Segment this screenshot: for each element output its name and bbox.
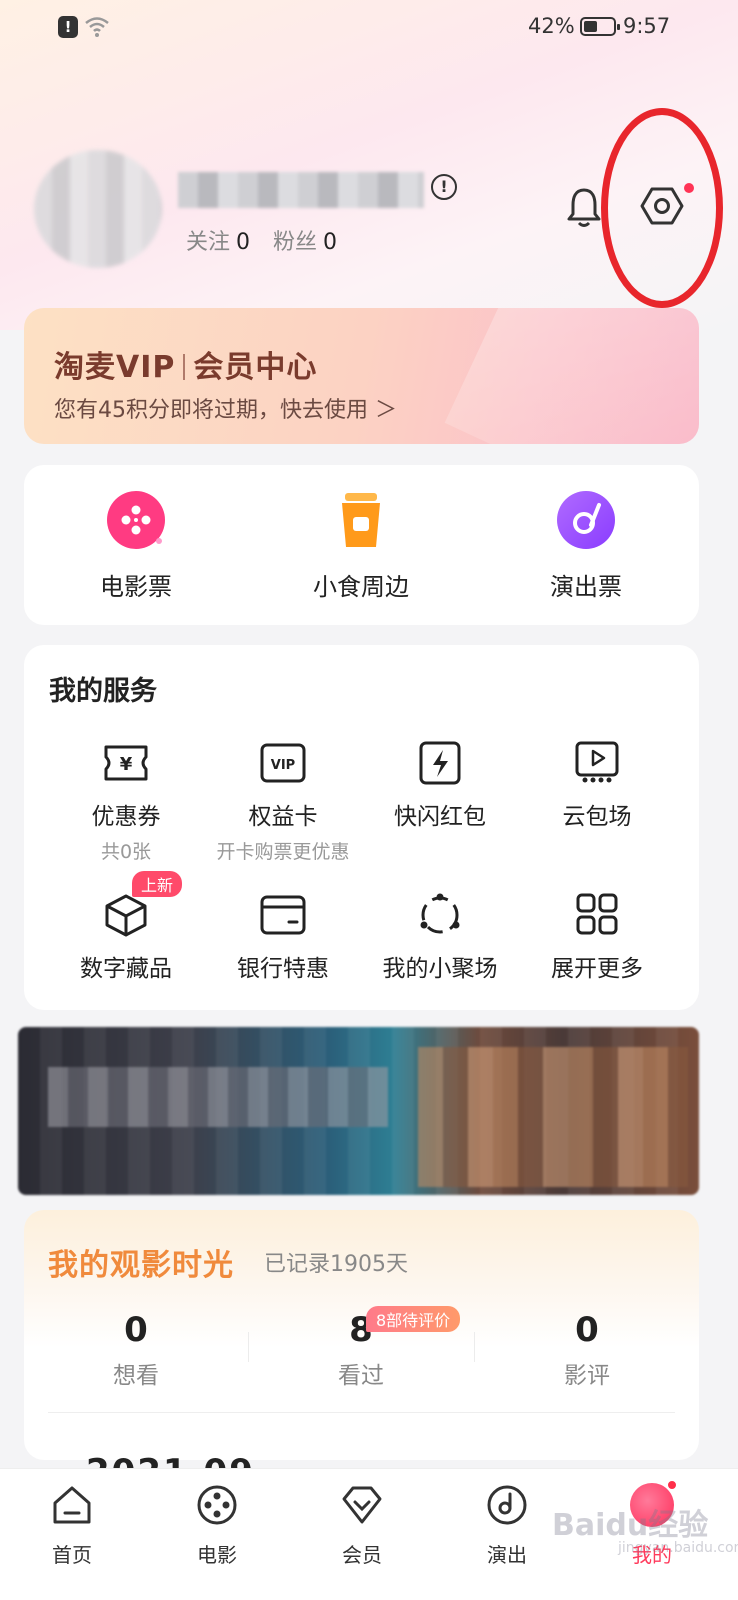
fans-count[interactable]: 0 (323, 230, 337, 255)
battery-percent: 42% (528, 14, 575, 38)
tab-home[interactable]: 首页 (17, 1483, 127, 1568)
follow-count[interactable]: 0 (236, 230, 250, 255)
small-gathering-label: 我的小聚场 (382, 956, 498, 982)
cloud-screening-icon (573, 741, 621, 785)
diamond-icon (340, 1483, 384, 1527)
tab-movie-label: 电影 (197, 1543, 237, 1567)
flash-envelope-icon (416, 741, 464, 785)
benefit-card-entry[interactable]: VIP 权益卡 开卡购票更优惠 (198, 741, 368, 864)
watermark-url: jingyan.baidu.com (618, 1540, 738, 1556)
svg-text:VIP: VIP (271, 758, 295, 773)
coupon-count: 共0张 (100, 841, 152, 863)
follow-stats: 关注 0 粉丝 0 (186, 224, 353, 256)
reviews-count: 0 (575, 1310, 599, 1350)
tab-home-label: 首页 (52, 1543, 92, 1567)
cloud-screening-label: 云包场 (562, 804, 632, 830)
movie-ticket-entry[interactable]: 电影票 (56, 491, 216, 602)
flash-envelope-entry[interactable]: 快闪红包 (355, 741, 525, 831)
tab-member[interactable]: 会员 (307, 1483, 417, 1568)
small-gathering-entry[interactable]: 我的小聚场 (355, 893, 525, 983)
flash-envelope-label: 快闪红包 (394, 804, 486, 830)
tab-show-label: 演出 (487, 1543, 527, 1567)
snacks-entry[interactable]: 小食周边 (281, 491, 441, 602)
show-ticket-entry[interactable]: 演出票 (506, 491, 666, 602)
bank-offer-entry[interactable]: 银行特惠 (198, 893, 368, 983)
notification-dot (666, 1479, 678, 1491)
wifi-icon (85, 17, 109, 37)
want-to-watch-label: 想看 (113, 1363, 159, 1389)
music-disc-icon (485, 1483, 529, 1527)
divider (48, 1412, 675, 1413)
benefit-card-sub: 开卡购票更优惠 (216, 841, 350, 863)
status-bar: ! 42% 9:57 (0, 0, 738, 56)
coupon-label: 优惠券 (91, 804, 161, 830)
tab-member-label: 会员 (342, 1543, 382, 1567)
tickets-card: 电影票 小食周边 演出票 (24, 465, 699, 625)
reviews-label: 影评 (564, 1363, 610, 1389)
avatar[interactable] (34, 150, 162, 268)
settings-icon[interactable] (640, 184, 684, 228)
digital-collection-entry[interactable]: 上新 数字藏品 (41, 871, 211, 983)
follow-label[interactable]: 关注 (186, 230, 230, 255)
movie-ticket-label: 电影票 (100, 573, 172, 601)
notification-dot (684, 183, 694, 193)
cup-icon (332, 491, 390, 549)
watched-label: 看过 (338, 1363, 384, 1389)
coupon-icon: ¥ (102, 741, 150, 785)
new-badge: 上新 (132, 871, 183, 897)
box-icon: 上新 (102, 871, 183, 937)
want-to-watch-count: 0 (124, 1310, 148, 1350)
reviews-stat[interactable]: 0 影评 (475, 1310, 699, 1390)
music-disc-icon (557, 491, 615, 549)
services-title: 我的服务 (49, 676, 157, 707)
recorded-days: 已记录1905天 (264, 1252, 408, 1277)
coupon-entry[interactable]: ¥ 优惠券 共0张 (41, 741, 211, 864)
promo-banner[interactable] (18, 1027, 699, 1195)
benefit-card-label: 权益卡 (248, 804, 318, 830)
clock: 9:57 (623, 14, 671, 38)
bank-card-icon (259, 893, 307, 937)
home-icon (50, 1483, 94, 1527)
tab-movie[interactable]: 电影 (162, 1483, 272, 1568)
fans-label[interactable]: 粉丝 (273, 230, 317, 255)
tab-show[interactable]: 演出 (452, 1483, 562, 1568)
viewing-time-card[interactable]: 我的观影时光 已记录1905天 0 想看 8 看过 8部待评价 0 影评 (24, 1210, 699, 1460)
username[interactable] (178, 172, 424, 208)
svg-text:¥: ¥ (120, 754, 133, 775)
want-to-watch-stat[interactable]: 0 想看 (24, 1310, 248, 1390)
group-circle-icon (416, 893, 464, 937)
viewing-time-title: 我的观影时光 (48, 1248, 234, 1283)
show-ticket-label: 演出票 (550, 573, 622, 601)
cloud-screening-entry[interactable]: 云包场 (512, 741, 682, 831)
digital-collection-label: 数字藏品 (80, 956, 172, 982)
vip-title: 淘麦VIP 会员中心 (54, 350, 318, 385)
my-services-card: 我的服务 ¥ 优惠券 共0张 VIP 权益卡 开卡购票更优惠 快闪红包 云包场 … (24, 645, 699, 1010)
battery-icon (580, 17, 620, 36)
film-reel-icon (107, 491, 165, 549)
watermark: Baidu经验 (552, 1508, 709, 1543)
pending-review-badge: 8部待评价 (366, 1306, 461, 1332)
film-reel-icon (195, 1483, 239, 1527)
bank-offer-label: 银行特惠 (237, 956, 329, 982)
vip-center-banner[interactable]: 淘麦VIP 会员中心 您有45积分即将过期，快去使用 ＞ (24, 308, 699, 444)
alert-icon: ! (58, 16, 78, 38)
info-icon[interactable]: ! (431, 174, 457, 200)
bell-icon[interactable] (566, 186, 602, 228)
vip-points-notice[interactable]: 您有45积分即将过期，快去使用 ＞ (54, 392, 397, 424)
snacks-label: 小食周边 (313, 573, 409, 601)
grid-icon (573, 893, 621, 937)
expand-more-entry[interactable]: 展开更多 (512, 893, 682, 983)
expand-more-label: 展开更多 (551, 956, 643, 982)
vip-card-icon: VIP (259, 741, 307, 785)
